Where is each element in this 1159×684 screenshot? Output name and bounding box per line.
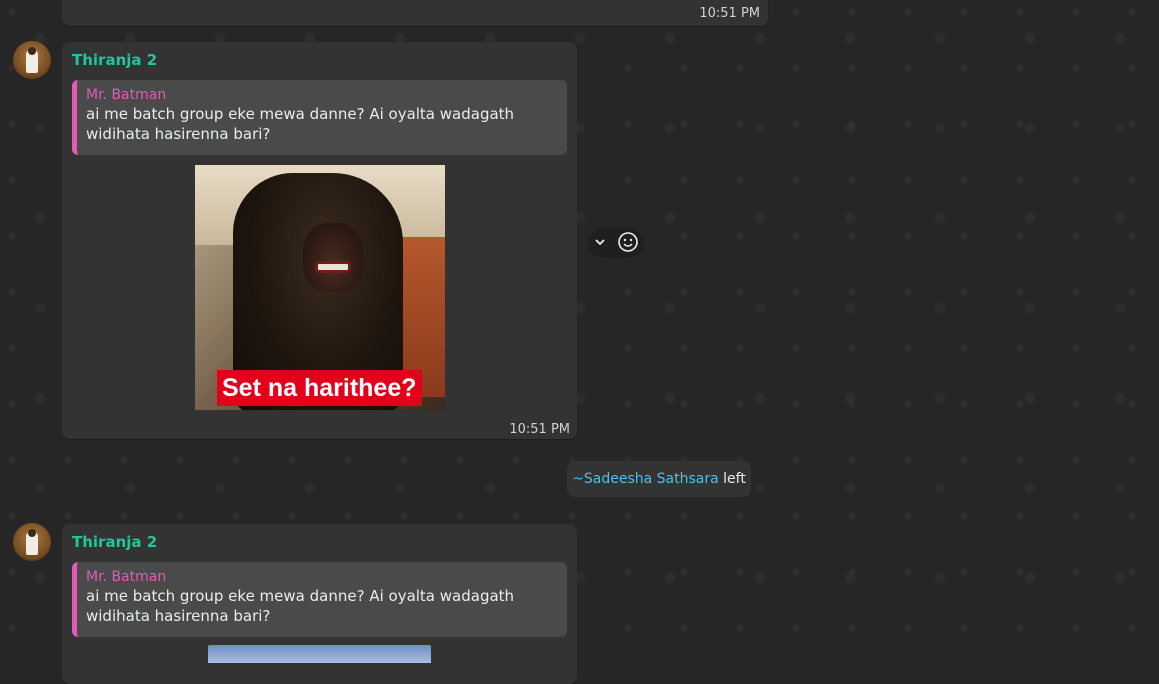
system-message: ~Sadeesha Sathsara left [567, 461, 751, 497]
image-attachment[interactable] [208, 645, 431, 663]
message-time: 10:51 PM [509, 422, 570, 437]
previous-message-bubble[interactable]: 10:51 PM [62, 0, 768, 26]
system-user-name[interactable]: ~Sadeesha Sathsara [572, 471, 719, 487]
system-action: left [723, 471, 746, 487]
avatar[interactable] [13, 523, 51, 561]
sender-name[interactable]: Thiranja 2 [72, 51, 157, 69]
message-time: 10:51 PM [699, 6, 760, 21]
avatar[interactable] [13, 41, 51, 79]
emoji-icon[interactable] [617, 231, 639, 256]
quoted-sender: Mr. Batman [86, 87, 167, 103]
quoted-message[interactable]: Mr. Batman ai me batch group eke mewa da… [72, 80, 567, 155]
sticker-image[interactable]: Set na harithee? [195, 165, 445, 410]
quoted-message[interactable]: Mr. Batman ai me batch group eke mewa da… [72, 562, 567, 637]
chevron-down-icon[interactable] [593, 235, 607, 252]
sticker-caption: Set na harithee? [217, 370, 422, 406]
quoted-text: ai me batch group eke mewa danne? Ai oya… [86, 105, 515, 143]
sender-name[interactable]: Thiranja 2 [72, 533, 157, 551]
message-bubble[interactable]: Thiranja 2 Mr. Batman ai me batch group … [62, 42, 577, 439]
quoted-text: ai me batch group eke mewa danne? Ai oya… [86, 587, 515, 625]
message-actions[interactable] [588, 228, 644, 258]
quoted-sender: Mr. Batman [86, 569, 167, 585]
